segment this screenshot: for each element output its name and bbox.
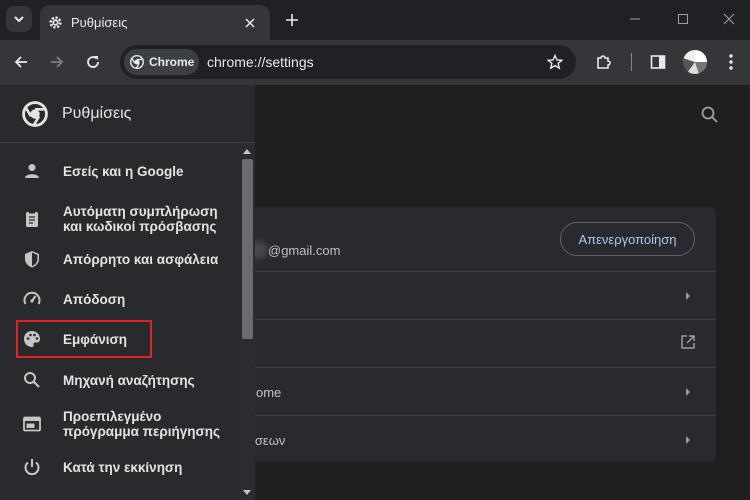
scroll-up-arrow[interactable]: [243, 149, 251, 154]
chevron-right-icon: [686, 388, 690, 396]
chrome-logo-icon: [130, 55, 144, 69]
search-icon: [24, 372, 40, 388]
side-panel-icon: [650, 55, 666, 69]
maximize-button[interactable]: [667, 6, 699, 32]
shield-icon: [25, 251, 39, 268]
extensions-button[interactable]: [592, 50, 616, 74]
sidebar-item-default-browser[interactable]: Προεπιλεγμένο πρόγραμμα περιήγησης: [0, 408, 238, 440]
sidebar-item-label: Κατά την εκκίνηση: [63, 459, 183, 475]
menu-button[interactable]: [719, 50, 743, 74]
star-icon: [547, 54, 563, 70]
new-tab-button[interactable]: [280, 8, 304, 32]
chevron-down-icon: [14, 16, 24, 23]
sidebar-item-label: Εσείς και η Google: [63, 163, 184, 179]
sidebar-item-privacy[interactable]: Απόρρητο και ασφάλεια: [0, 247, 238, 271]
tab-title: Ρυθμίσεις: [71, 15, 128, 30]
row-label: ome: [256, 385, 282, 400]
close-icon: [245, 17, 255, 28]
sidebar-item-you-and-google[interactable]: Εσείς και η Google: [0, 159, 238, 183]
toolbar-separator: [631, 53, 632, 71]
bookmark-button[interactable]: [544, 51, 566, 73]
title-bar: Ρυθμίσεις: [0, 0, 750, 40]
close-icon: [723, 13, 735, 25]
drawer-header: Ρυθμίσεις: [0, 85, 255, 143]
highlight-box: [16, 320, 152, 358]
chevron-right-icon: [686, 436, 690, 444]
plus-icon: [286, 14, 298, 26]
list-item[interactable]: [200, 319, 716, 367]
signout-button[interactable]: Απενεργοποίηση: [560, 222, 695, 256]
sidebar-item-label: Απόρρητο και ασφάλεια: [63, 251, 219, 267]
profile-avatar[interactable]: [683, 50, 707, 74]
reload-icon: [87, 56, 99, 68]
account-card: @gmail.com Απενεργοποίηση ome ίσεων: [200, 207, 716, 462]
sidebar-item-label: Μηχανή αναζήτησης: [63, 372, 195, 388]
url-text: chrome://settings: [207, 54, 314, 70]
forward-button[interactable]: [45, 50, 69, 74]
tab-settings[interactable]: Ρυθμίσεις: [40, 5, 270, 40]
drawer-scrollbar[interactable]: [240, 143, 255, 500]
gauge-icon: [23, 291, 41, 305]
back-button[interactable]: [9, 50, 33, 74]
power-icon: [24, 459, 40, 476]
scroll-thumb[interactable]: [242, 159, 253, 339]
sidebar-item-label: Απόδοση: [63, 291, 126, 307]
tab-close-button[interactable]: [240, 13, 260, 33]
person-icon: [25, 164, 39, 178]
side-panel-button[interactable]: [646, 50, 670, 74]
list-item[interactable]: [200, 271, 716, 319]
puzzle-icon: [597, 55, 611, 69]
row-label: ίσεων: [252, 433, 286, 448]
maximize-icon: [678, 14, 688, 24]
list-item[interactable]: ίσεων: [200, 415, 716, 463]
close-window-button[interactable]: [713, 6, 745, 32]
account-email: @gmail.com: [268, 243, 341, 258]
sidebar-item-on-startup[interactable]: Κατά την εκκίνηση: [0, 455, 238, 479]
search-icon[interactable]: [700, 105, 720, 125]
minimize-button[interactable]: [619, 6, 651, 32]
settings-drawer: Ρυθμίσεις Εσείς και η Google Αυτόματη συ…: [0, 85, 255, 500]
list-item[interactable]: ome: [200, 367, 716, 415]
sidebar-item-search-engine[interactable]: Μηχανή αναζήτησης: [0, 368, 238, 392]
chevron-right-icon: [686, 292, 690, 300]
scroll-down-arrow[interactable]: [243, 490, 251, 495]
external-link-icon: [681, 335, 695, 349]
address-bar[interactable]: Chrome chrome://settings: [120, 45, 576, 79]
more-vert-icon: [729, 54, 733, 70]
arrow-left-icon: [14, 56, 27, 68]
minimize-icon: [630, 18, 640, 20]
tab-search-button[interactable]: [6, 6, 32, 32]
site-info-chip[interactable]: Chrome: [124, 49, 199, 75]
sidebar-item-label: Προεπιλεγμένο πρόγραμμα περιήγησης: [63, 409, 221, 439]
sidebar-item-autofill[interactable]: Αυτόματη συμπλήρωση και κωδικοί πρόσβαση…: [0, 203, 238, 235]
chrome-logo-icon: [22, 100, 48, 127]
arrow-right-icon: [51, 56, 64, 68]
drawer-title: Ρυθμίσεις: [62, 104, 132, 122]
sidebar-item-performance[interactable]: Απόδοση: [0, 287, 238, 311]
sidebar-item-label: Αυτόματη συμπλήρωση και κωδικοί πρόσβαση…: [63, 204, 218, 234]
toolbar: Chrome chrome://settings: [0, 40, 750, 85]
clipboard-icon: [26, 210, 38, 227]
browser-window-icon: [23, 416, 41, 432]
chip-label: Chrome: [149, 55, 195, 69]
gear-icon: [49, 16, 62, 29]
reload-button[interactable]: [81, 50, 105, 74]
